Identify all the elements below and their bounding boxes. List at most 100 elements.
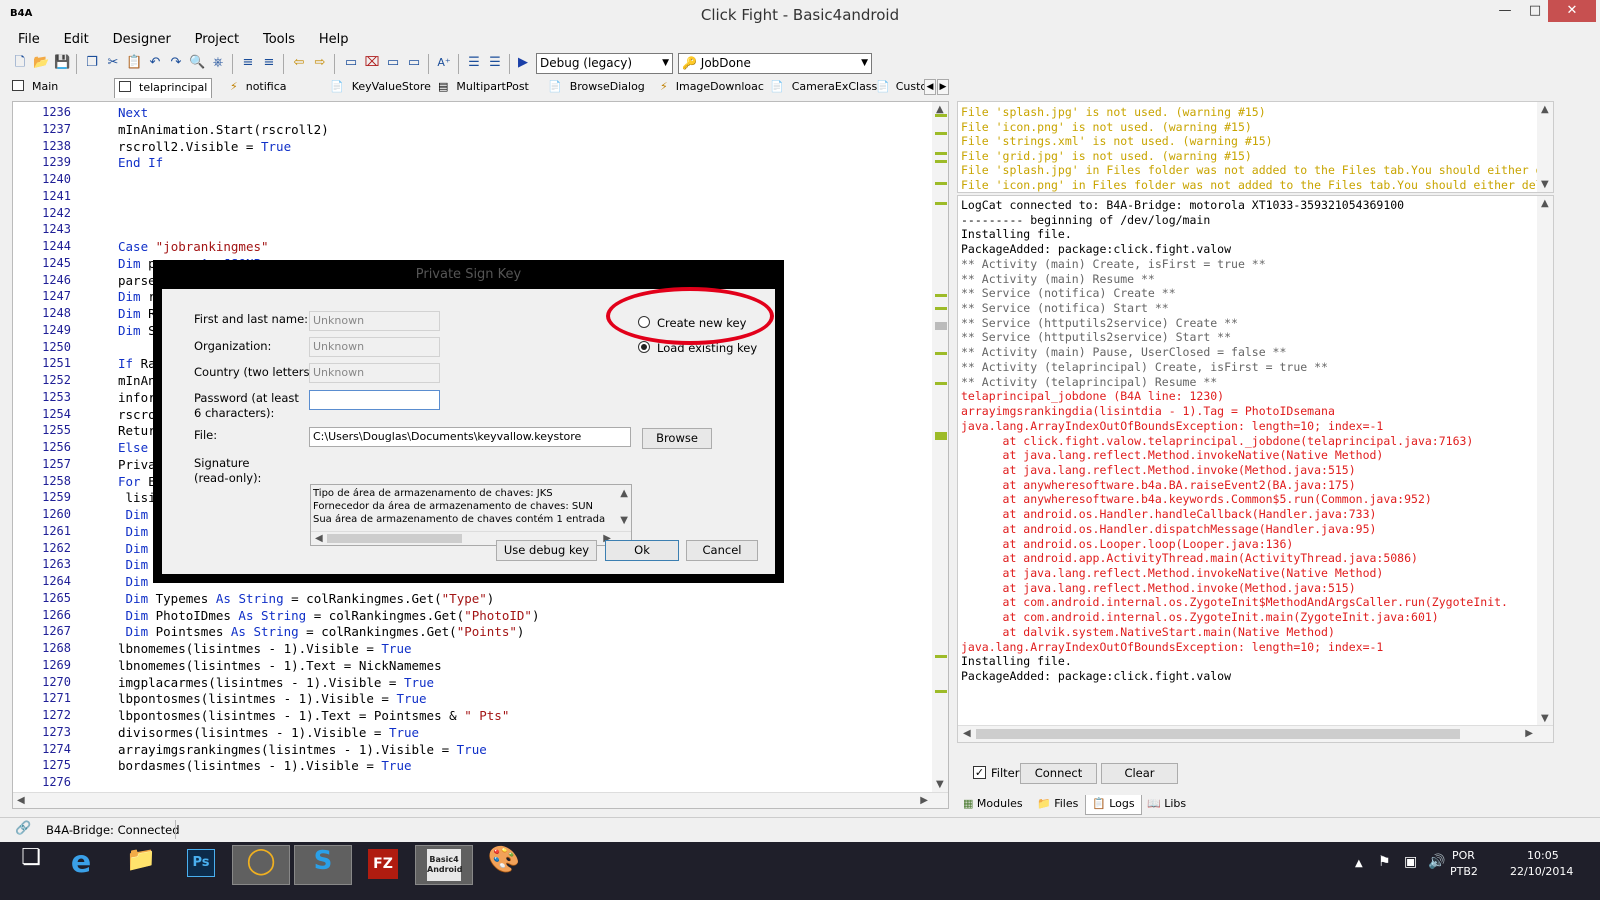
open-folder-icon[interactable]: 📂 [33,55,49,71]
uncomment-block-icon[interactable]: ☰ [487,55,503,71]
keyboard-layout[interactable]: PTB2 [1450,865,1478,878]
filter-checkbox[interactable]: ✓ [973,766,986,779]
code-line[interactable]: bordasmes(lisintmes - 1).Visible = True [118,757,412,774]
bookmark-prev-icon[interactable]: ▭ [385,55,401,71]
scroll-left-icon[interactable]: ◀ [963,728,971,739]
code-line[interactable]: Dim [118,573,149,590]
forward-arrow-icon[interactable]: ⇨ [312,55,328,71]
replace-icon[interactable]: ⎈ [210,55,226,71]
scroll-down-icon[interactable]: ▼ [1541,713,1549,724]
volume-icon[interactable]: 🔊 [1428,854,1445,870]
code-line[interactable]: Dim Pointsmes As String = colRankingmes.… [118,623,525,640]
menu-project[interactable]: Project [185,31,249,48]
tab-modules[interactable]: ▦ Modules [960,795,1026,815]
country-field[interactable]: Unknown [309,363,440,383]
scroll-up-icon[interactable]: ▲ [1541,104,1549,115]
scroll-right-icon[interactable]: ▶ [1525,728,1533,739]
code-line[interactable]: Dim [118,556,149,573]
scroll-thumb[interactable] [976,729,1460,739]
comment-block-icon[interactable]: ☰ [466,55,482,71]
code-line[interactable]: Retur [118,422,156,439]
paint-icon[interactable]: 🎨 [475,845,533,885]
paste-icon[interactable]: 📋 [126,55,142,71]
code-line[interactable]: lisi [118,489,156,506]
scroll-right-icon[interactable]: ▶ [920,795,928,806]
load-existing-key-radio[interactable] [638,341,650,353]
code-line[interactable]: lbpontosmes(lisintmes - 1).Visible = Tru… [118,690,427,707]
code-line[interactable]: rscro [118,406,156,423]
copy-icon[interactable]: ❐ [84,55,100,71]
clock-date[interactable]: 22/10/2014 [1510,865,1573,878]
tab-cameraexclass[interactable]: 📄 CameraExClass [770,78,877,98]
run-icon[interactable]: ▶ [515,55,531,71]
tray-expand-icon[interactable]: ▲ [1355,858,1363,869]
tab-notifica[interactable]: ⚡ notifica [230,78,287,98]
warnings-vertical-scrollbar[interactable]: ▲ ▼ [1537,102,1553,192]
bookmark-next-icon[interactable]: ▭ [406,55,422,71]
file-path-field[interactable]: C:\Users\Douglas\Documents\keyvallow.key… [309,427,631,447]
scroll-down-icon[interactable]: ▼ [620,515,628,526]
flag-icon[interactable]: ⚑ [1378,854,1391,870]
log-horizontal-scrollbar[interactable]: ◀ ▶ [958,725,1553,742]
organization-field[interactable]: Unknown [309,337,440,357]
outdent-icon[interactable]: ≡ [261,55,277,71]
minimize-button[interactable]: — [1488,0,1522,22]
scroll-up-icon[interactable]: ▲ [620,488,628,499]
name-field[interactable]: Unknown [309,311,440,331]
cancel-button[interactable]: Cancel [686,540,758,561]
scroll-left-icon[interactable]: ◀ [17,795,25,806]
code-line[interactable]: mInAn [118,372,156,389]
ok-button[interactable]: Ok [605,540,679,561]
code-line[interactable]: lbnomemes(lisintmes - 1).Text = NickName… [118,657,442,674]
code-line[interactable]: lbpontosmes(lisintmes - 1).Text = Points… [118,707,509,724]
code-line[interactable]: arrayimgsrankingmes(lisintmes - 1).Visib… [118,741,487,758]
tab-scroll-left-icon[interactable]: ◀ [924,79,936,95]
back-arrow-icon[interactable]: ⇦ [291,55,307,71]
new-file-icon[interactable]: 🗋 [12,55,28,71]
skype-icon[interactable]: S [294,845,352,885]
menu-edit[interactable]: Edit [54,31,99,48]
tab-main[interactable]: Main [12,78,58,98]
find-icon[interactable]: 🔍 [189,55,205,71]
internet-explorer-icon[interactable]: e [52,845,110,885]
tab-libs[interactable]: 📖 Libs [1144,795,1189,815]
scroll-up-icon[interactable]: ▲ [1541,198,1549,209]
code-line[interactable]: parse [118,272,156,289]
photoshop-icon[interactable]: Ps [172,845,230,885]
clear-button[interactable]: Clear [1101,763,1178,784]
code-line[interactable]: rscroll2.Visible = True [118,138,291,155]
code-line[interactable]: mInAnimation.Start(rscroll2) [118,121,329,138]
code-line[interactable]: Priva [118,456,156,473]
code-line[interactable]: Case "jobrankingmes" [118,238,269,255]
clock-time[interactable]: 10:05 [1527,849,1559,862]
editor-vertical-scrollbar[interactable]: ▲ ▼ [932,102,948,792]
tab-telaprincipal[interactable]: telaprincipal [114,78,213,98]
code-line[interactable]: divisormes(lisintmes - 1).Visible = True [118,724,419,741]
maximize-button[interactable]: □ [1518,0,1552,22]
tab-browsedialog[interactable]: 📄 BrowseDialog [548,78,645,98]
scroll-down-icon[interactable]: ▼ [1541,179,1549,190]
file-explorer-icon[interactable]: 📁 [112,845,170,885]
code-line[interactable]: imgplacarmes(lisintmes - 1).Visible = Tr… [118,674,434,691]
code-line[interactable]: If Ra [118,355,156,372]
menu-designer[interactable]: Designer [103,31,181,48]
close-button[interactable]: ✕ [1548,0,1596,22]
tab-imagedownloader[interactable]: ⚡ ImageDownloac [660,78,764,98]
menu-help[interactable]: Help [309,31,359,48]
indent-icon[interactable]: ≡ [240,55,256,71]
code-line[interactable]: Dim r [118,288,156,305]
code-line[interactable]: Dim Typemes As String = colRankingmes.Ge… [118,590,495,607]
code-line[interactable]: Next [118,104,148,121]
code-line[interactable]: For E [118,473,156,490]
compile-warnings-panel[interactable]: File 'splash.jpg' is not used. (warning … [957,101,1554,193]
cut-icon[interactable]: ✂ [105,55,121,71]
debug-mode-select[interactable]: Debug (legacy) ▼ [536,53,673,74]
sub-select[interactable]: 🔑 JobDone ▼ [678,53,872,74]
log-vertical-scrollbar[interactable]: ▲ ▼ [1537,196,1553,726]
code-line[interactable]: lbnomemes(lisintmes - 1).Visible = True [118,640,412,657]
undo-icon[interactable]: ↶ [147,55,163,71]
tab-files[interactable]: 📁 Files [1034,795,1081,815]
basic4android-icon[interactable]: Basic4 Android [415,845,473,885]
browse-button[interactable]: Browse [642,428,712,449]
tab-scroll-right-icon[interactable]: ▶ [937,79,949,95]
